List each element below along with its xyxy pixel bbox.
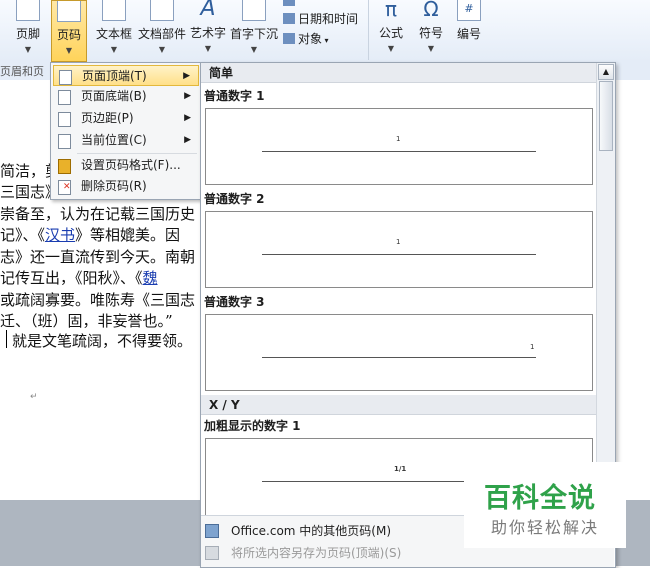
header-line xyxy=(262,357,536,358)
group-divider xyxy=(368,0,369,60)
doc-link[interactable]: 汉书 xyxy=(45,226,75,244)
chevron-right-icon: ▶ xyxy=(184,91,191,101)
drop-cap-button[interactable]: 首字下沉 ▼ xyxy=(229,0,279,60)
signature-line-command[interactable] xyxy=(283,0,298,8)
gallery-item-title: 普通数字 3 xyxy=(204,295,265,309)
chevron-right-icon: ▶ xyxy=(183,71,190,81)
gallery-item-plain-number-3[interactable]: 1 xyxy=(205,314,593,391)
page-number-preview: 1/1 xyxy=(394,465,407,473)
quick-parts-icon xyxy=(150,0,174,21)
scroll-thumb[interactable] xyxy=(599,81,613,151)
chevron-right-icon: ▶ xyxy=(184,113,191,123)
doc-line: 记》、《汉书》等相媲美。因 xyxy=(0,226,181,244)
drop-cap-icon xyxy=(242,0,266,21)
chevron-down-icon: ▼ xyxy=(387,44,395,53)
textbox-button[interactable]: 文本框 ▼ xyxy=(94,0,134,60)
gallery-scrollbar[interactable]: ▲ xyxy=(596,63,615,518)
menu-separator xyxy=(77,153,197,154)
header-line xyxy=(262,151,536,152)
doc-link[interactable]: 魏 xyxy=(143,269,158,287)
pi-icon: π xyxy=(384,0,398,21)
symbol-button[interactable]: Ω 符号 ▼ xyxy=(414,0,448,60)
doc-line: 迁、（班）固，非妄誉也。” xyxy=(0,312,173,330)
watermark-logo: 百科全说 助你轻松解决 xyxy=(464,462,626,548)
page-number-preview: 1 xyxy=(396,238,401,246)
omega-icon: Ω xyxy=(423,0,439,21)
page-number-button[interactable]: 页码 ▼ xyxy=(51,0,87,62)
gallery-item-plain-number-1[interactable]: 1 xyxy=(205,108,593,185)
ribbon: 页脚 ▼ 页码 ▼ 文本框 ▼ 文档部件 ▼ A 艺术字 ▼ 首字下沉 ▼ 日期… xyxy=(0,0,650,63)
page-bottom-icon xyxy=(58,90,71,105)
doc-line: 或疏阔寡要。唯陈寿《三国志 xyxy=(0,291,196,309)
section-header-xy: X / Y xyxy=(201,395,596,415)
chevron-down-icon: ▼ xyxy=(250,45,258,54)
group-label: 页眉和页 xyxy=(0,65,44,78)
chevron-down-icon: ▼ xyxy=(24,45,32,54)
menu-item-remove-page-numbers[interactable]: 删除页码(R) xyxy=(53,176,199,197)
save-gallery-icon xyxy=(205,546,219,560)
doc-line: 崇备至，认为在记载三国历史 xyxy=(0,205,196,223)
gallery-item-title: 普通数字 2 xyxy=(204,192,265,206)
calendar-icon xyxy=(283,13,295,24)
page-number-menu: 页面顶端(T) ▶ 页面底端(B) ▶ 页边距(P) ▶ 当前位置(C) ▶ 设… xyxy=(50,62,202,200)
page-number-preview: 1 xyxy=(396,135,401,143)
signature-icon xyxy=(283,0,295,6)
chevron-right-icon: ▶ xyxy=(184,135,191,145)
quick-parts-button[interactable]: 文档部件 ▼ xyxy=(136,0,188,60)
footer-button[interactable]: 页脚 ▼ xyxy=(10,0,46,60)
scroll-up-icon[interactable]: ▲ xyxy=(598,64,614,80)
page-number-preview: 1 xyxy=(530,343,535,351)
number-button[interactable]: # 编号 xyxy=(452,0,486,60)
format-icon xyxy=(58,159,71,174)
chevron-down-icon: ▼ xyxy=(158,45,166,54)
office-online-icon xyxy=(205,524,219,538)
wordart-icon: A xyxy=(200,0,216,21)
gallery-item-title: 普通数字 1 xyxy=(204,89,265,103)
gallery-item-title: 加粗显示的数字 1 xyxy=(204,419,301,433)
chevron-down-icon: ▼ xyxy=(110,45,118,54)
textbox-icon xyxy=(102,0,126,21)
menu-item-bottom-of-page[interactable]: 页面底端(B) ▶ xyxy=(53,86,199,107)
delete-icon xyxy=(58,180,71,195)
number-icon: # xyxy=(457,0,481,21)
object-command[interactable]: 对象 ▾ xyxy=(283,30,329,47)
watermark-subtitle: 助你轻松解决 xyxy=(491,518,600,537)
chevron-down-icon: ▼ xyxy=(427,44,435,53)
text-cursor xyxy=(6,330,7,348)
doc-line: 就是文笔疏阔，不得要领。 xyxy=(12,332,193,350)
wordart-button[interactable]: A 艺术字 ▼ xyxy=(188,0,228,60)
chevron-down-icon: ▼ xyxy=(204,44,212,53)
equation-button[interactable]: π 公式 ▼ xyxy=(374,0,408,60)
menu-item-format-page-numbers[interactable]: 设置页码格式(F)... xyxy=(53,155,199,176)
header-line xyxy=(262,254,536,255)
menu-item-page-margins[interactable]: 页边距(P) ▶ xyxy=(53,108,199,129)
page-top-icon xyxy=(59,70,72,85)
page-number-icon xyxy=(57,1,81,22)
page-margin-icon xyxy=(58,112,71,127)
watermark-title: 百科全说 xyxy=(484,483,596,514)
gallery-item-plain-number-2[interactable]: 1 xyxy=(205,211,593,288)
date-time-command[interactable]: 日期和时间 xyxy=(283,10,358,27)
menu-item-current-position[interactable]: 当前位置(C) ▶ xyxy=(53,130,199,151)
footer-icon xyxy=(16,0,40,21)
doc-line: 志》还一直流传到今天。南朝 xyxy=(0,248,196,266)
section-header-simple: 简单 xyxy=(201,63,596,83)
doc-line: 记传互出，《阳秋》、《魏 xyxy=(0,269,158,287)
paragraph-mark: ↵ xyxy=(30,392,38,402)
chevron-down-icon: ▼ xyxy=(65,46,73,55)
object-icon xyxy=(283,33,295,44)
current-position-icon xyxy=(58,134,71,149)
menu-item-top-of-page[interactable]: 页面顶端(T) ▶ xyxy=(53,65,199,86)
